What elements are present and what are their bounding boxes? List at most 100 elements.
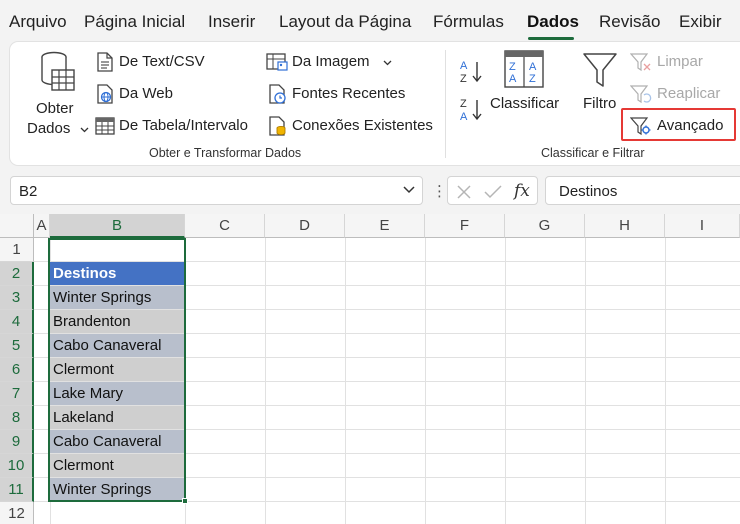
active-tab-indicator — [528, 37, 574, 40]
fill-handle[interactable] — [182, 498, 188, 504]
table-row[interactable]: Cabo Canaveral — [50, 430, 184, 453]
from-text-csv-button[interactable]: De Text/CSV — [94, 51, 212, 73]
confirm-icon[interactable] — [484, 184, 502, 200]
tab-layout-da-pagina[interactable]: Layout da Página — [279, 12, 411, 32]
tab-dados[interactable]: Dados — [527, 12, 579, 32]
column-header-i[interactable]: I — [665, 214, 740, 238]
from-table-range-button[interactable]: De Tabela/Intervalo — [94, 115, 254, 137]
name-box[interactable]: B2 — [10, 176, 423, 205]
insert-function-icon[interactable]: fx — [514, 181, 530, 201]
row-header-5[interactable]: 5 — [0, 334, 34, 358]
web-page-icon — [97, 84, 113, 104]
reapply-filter-label: Reaplicar — [657, 85, 721, 102]
from-text-csv-label: De Text/CSV — [119, 53, 205, 70]
tab-pagina-inicial[interactable]: Página Inicial — [84, 12, 185, 32]
table-header-cell[interactable]: Destinos — [50, 262, 184, 285]
column-header-c[interactable]: C — [185, 214, 265, 238]
table-row[interactable]: Clermont — [50, 358, 184, 381]
tab-exibir[interactable]: Exibir — [679, 12, 722, 32]
tab-formulas[interactable]: Fórmulas — [433, 12, 504, 32]
row-header-10[interactable]: 10 — [0, 454, 34, 478]
column-header-d[interactable]: D — [265, 214, 345, 238]
group-separator — [445, 50, 446, 158]
more-options-icon[interactable]: ⋮ — [432, 182, 447, 200]
select-all-corner[interactable] — [0, 214, 34, 238]
get-transform-group-label: Obter e Transformar Dados — [149, 146, 302, 160]
column-header-b[interactable]: B — [50, 214, 185, 238]
column-header-g[interactable]: G — [505, 214, 585, 238]
formula-input[interactable]: Destinos — [545, 176, 740, 205]
existing-connections-label: Conexões Existentes — [292, 117, 433, 134]
tab-arquivo[interactable]: Arquivo — [9, 12, 67, 32]
recent-file-clock-icon — [269, 84, 286, 104]
table-row[interactable]: Brandenton — [50, 310, 184, 333]
sort-descending-button[interactable]: Z A — [459, 96, 485, 124]
clear-filter-icon — [630, 53, 651, 72]
filter-funnel-icon — [583, 53, 617, 87]
row-header-4[interactable]: 4 — [0, 310, 34, 334]
filter-button[interactable]: Filtro — [576, 48, 624, 118]
column-header-h[interactable]: H — [585, 214, 665, 238]
tab-inserir[interactable]: Inserir — [208, 12, 255, 32]
table-row[interactable]: Lakeland — [50, 406, 184, 429]
text-file-icon — [97, 52, 113, 72]
cancel-icon[interactable] — [456, 184, 472, 200]
sort-filter-group-label: Classificar e Filtrar — [541, 146, 645, 160]
sort-ascending-button[interactable]: A Z — [459, 58, 485, 86]
svg-text:Z: Z — [509, 61, 516, 73]
ribbon: Obter Dados De Text/CSV Da Web De Tabela… — [10, 42, 740, 165]
svg-text:A: A — [529, 61, 537, 73]
spreadsheet-grid: A B C D E F G H I 1 2 3 4 5 6 7 8 9 10 1… — [0, 214, 740, 524]
table-row[interactable]: Clermont — [50, 454, 184, 477]
svg-text:Z: Z — [529, 73, 536, 85]
chevron-down-icon[interactable] — [403, 186, 415, 194]
row-header-9[interactable]: 9 — [0, 430, 34, 454]
row-header-2[interactable]: 2 — [0, 262, 34, 286]
formula-bar: B2 ⋮ fx Destinos — [0, 176, 740, 206]
svg-text:A: A — [460, 111, 468, 123]
column-header-e[interactable]: E — [345, 214, 425, 238]
formula-controls: fx — [447, 176, 538, 205]
table-row[interactable]: Cabo Canaveral — [50, 334, 184, 357]
row-header-1[interactable]: 1 — [0, 238, 34, 262]
get-data-button[interactable]: Obter Dados — [22, 48, 89, 138]
sort-az-icon: A Z — [460, 60, 482, 85]
table-row[interactable]: Winter Springs — [50, 478, 184, 501]
picture-table-icon — [266, 53, 288, 71]
menu-bar: Arquivo Página Inicial Inserir Layout da… — [0, 0, 740, 42]
column-header-a[interactable]: A — [34, 214, 50, 238]
chevron-down-icon — [383, 60, 392, 66]
recent-sources-button[interactable]: Fontes Recentes — [266, 83, 416, 105]
tab-revisao[interactable]: Revisão — [599, 12, 660, 32]
sort-za-icon: Z A — [460, 98, 482, 123]
sort-button[interactable]: Z A A Z Classificar — [488, 48, 560, 118]
row-header-12[interactable]: 12 — [0, 502, 34, 524]
from-web-label: Da Web — [119, 85, 173, 102]
row-header-11[interactable]: 11 — [0, 478, 34, 502]
svg-text:Z: Z — [460, 73, 467, 85]
from-picture-label: Da Imagem — [292, 53, 370, 70]
from-web-button[interactable]: Da Web — [94, 83, 194, 105]
table-row[interactable]: Lake Mary — [50, 382, 184, 405]
get-data-label-line2: Dados — [27, 120, 71, 137]
row-header-8[interactable]: 8 — [0, 406, 34, 430]
row-header-6[interactable]: 6 — [0, 358, 34, 382]
from-picture-button[interactable]: Da Imagem — [266, 51, 392, 73]
table-row[interactable]: Winter Springs — [50, 286, 184, 309]
clear-filter-label: Limpar — [657, 53, 703, 70]
connections-file-icon — [269, 116, 286, 136]
sort-dialog-icon: Z A A Z — [504, 50, 544, 88]
row-header-7[interactable]: 7 — [0, 382, 34, 406]
row-header-3[interactable]: 3 — [0, 286, 34, 310]
database-table-icon — [41, 51, 75, 91]
grid-line — [34, 501, 740, 502]
column-header-f[interactable]: F — [425, 214, 505, 238]
from-table-range-label: De Tabela/Intervalo — [119, 117, 248, 134]
advanced-button-highlight — [621, 108, 736, 141]
clear-filter-button[interactable]: Limpar — [630, 51, 730, 73]
sort-label: Classificar — [490, 95, 560, 112]
name-box-value: B2 — [19, 183, 38, 200]
existing-connections-button[interactable]: Conexões Existentes — [266, 115, 436, 137]
svg-text:A: A — [509, 73, 517, 85]
reapply-filter-button[interactable]: Reaplicar — [630, 83, 730, 105]
